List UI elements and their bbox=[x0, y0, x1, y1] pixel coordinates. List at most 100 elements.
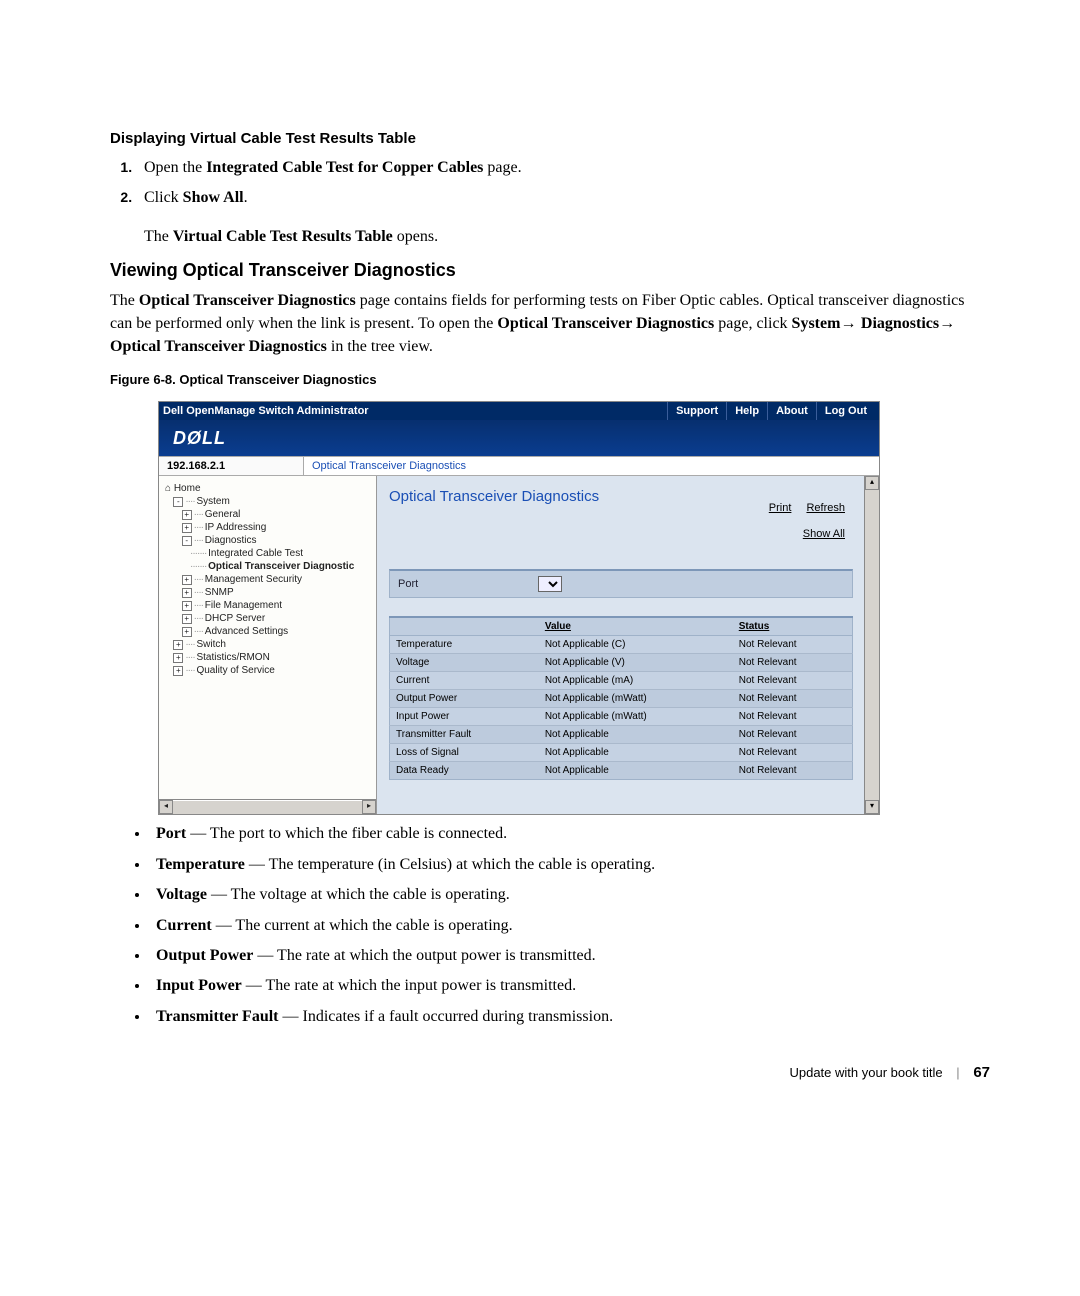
vscrollbar[interactable]: ▴ ▾ bbox=[864, 476, 879, 814]
expand-icon[interactable]: + bbox=[182, 627, 192, 637]
result-pre: The bbox=[144, 228, 173, 245]
field-descriptions: Port — The port to which the fiber cable… bbox=[110, 823, 990, 1028]
footer-title: Update with your book title bbox=[789, 1065, 942, 1080]
breadcrumb: Optical Transceiver Diagnostics bbox=[304, 457, 474, 475]
step2-pre: Click bbox=[144, 189, 183, 206]
list-item: Transmitter Fault — Indicates if a fault… bbox=[150, 1006, 990, 1028]
field-desc: — The temperature (in Celsius) at which … bbox=[245, 856, 655, 873]
expand-icon[interactable]: + bbox=[173, 640, 183, 650]
port-select[interactable] bbox=[538, 576, 562, 592]
titlebar-link-about[interactable]: About bbox=[767, 402, 816, 420]
field-desc: — The current at which the cable is oper… bbox=[212, 917, 513, 934]
p-txt: The bbox=[110, 292, 139, 309]
list-item: Port — The port to which the fiber cable… bbox=[150, 823, 990, 845]
p-bold: Optical Transceiver Diagnostics bbox=[497, 315, 714, 332]
print-link[interactable]: Print bbox=[769, 502, 792, 514]
expand-icon[interactable]: + bbox=[173, 666, 183, 676]
nav-tree[interactable]: ⌂ Home -···· System +···· General +···· … bbox=[159, 476, 377, 814]
list-item: Current — The current at which the cable… bbox=[150, 915, 990, 937]
tree-item[interactable]: +···· Management Security bbox=[165, 573, 372, 586]
port-selector-block: Port bbox=[389, 569, 853, 598]
field-name: Current bbox=[156, 917, 212, 934]
step-1: Open the Integrated Cable Test for Coppe… bbox=[136, 157, 990, 179]
expand-icon[interactable]: + bbox=[173, 653, 183, 663]
tree-hscrollbar[interactable]: ◂ ▸ bbox=[159, 799, 376, 814]
result-post: opens. bbox=[393, 228, 438, 245]
table-cell: Not Relevant bbox=[733, 672, 853, 690]
field-desc: — The rate at which the output power is … bbox=[253, 947, 595, 964]
home-icon: ⌂ bbox=[165, 483, 171, 494]
table-cell: Not Relevant bbox=[733, 708, 853, 726]
tree-item[interactable]: +···· Quality of Service bbox=[165, 664, 372, 677]
field-name: Output Power bbox=[156, 947, 253, 964]
table-cell: Input Power bbox=[390, 708, 539, 726]
tree-item[interactable]: +···· SNMP bbox=[165, 586, 372, 599]
tree-item[interactable]: +···· File Management bbox=[165, 599, 372, 612]
table-cell: Current bbox=[390, 672, 539, 690]
field-desc: — The rate at which the input power is t… bbox=[242, 977, 576, 994]
tree-item[interactable]: ······· Integrated Cable Test bbox=[165, 547, 372, 560]
expand-icon[interactable]: + bbox=[182, 575, 192, 585]
main-panel: ▴ ▾ Optical Transceiver Diagnostics Prin… bbox=[377, 476, 879, 814]
expand-icon[interactable]: - bbox=[173, 497, 183, 507]
tree-item[interactable]: +···· Switch bbox=[165, 638, 372, 651]
dell-logo: DØLL bbox=[159, 420, 879, 456]
tree-item[interactable]: -···· System bbox=[165, 495, 372, 508]
expand-icon[interactable]: - bbox=[182, 536, 192, 546]
field-name: Input Power bbox=[156, 977, 242, 994]
panel-links: Print Refresh bbox=[757, 502, 845, 514]
tree-item[interactable]: ······· Optical Transceiver Diagnostic bbox=[165, 560, 372, 573]
result-bold: Virtual Cable Test Results Table bbox=[173, 228, 393, 245]
p-bold: System bbox=[792, 315, 841, 332]
table-cell: Not Applicable bbox=[539, 744, 733, 762]
window-titlebar: Dell OpenManage Switch Administrator Sup… bbox=[159, 402, 879, 420]
titlebar-link-logout[interactable]: Log Out bbox=[816, 402, 875, 420]
table-row: CurrentNot Applicable (mA)Not Relevant bbox=[390, 672, 853, 690]
table-cell: Not Relevant bbox=[733, 654, 853, 672]
tree-item[interactable]: +···· Advanced Settings bbox=[165, 625, 372, 638]
table-cell: Not Relevant bbox=[733, 726, 853, 744]
table-row: Input PowerNot Applicable (mWatt)Not Rel… bbox=[390, 708, 853, 726]
expand-icon[interactable]: + bbox=[182, 588, 192, 598]
page-footer: Update with your book title | 67 bbox=[110, 1064, 990, 1081]
titlebar-link-support[interactable]: Support bbox=[667, 402, 726, 420]
tree-item[interactable]: ⌂ Home bbox=[165, 482, 372, 495]
th-blank bbox=[390, 617, 539, 636]
tree-item[interactable]: +···· DHCP Server bbox=[165, 612, 372, 625]
scroll-down-icon[interactable]: ▾ bbox=[865, 800, 879, 814]
table-cell: Temperature bbox=[390, 636, 539, 654]
th-value[interactable]: Value bbox=[539, 617, 733, 636]
table-cell: Not Applicable (mWatt) bbox=[539, 708, 733, 726]
expand-icon[interactable]: + bbox=[182, 614, 192, 624]
breadcrumb-bar: 192.168.2.1 Optical Transceiver Diagnost… bbox=[159, 456, 879, 476]
titlebar-link-help[interactable]: Help bbox=[726, 402, 767, 420]
step2-bold: Show All bbox=[183, 189, 244, 206]
table-cell: Not Relevant bbox=[733, 690, 853, 708]
p-bold: Optical Transceiver Diagnostics bbox=[139, 292, 356, 309]
p-txt: page, click bbox=[714, 315, 791, 332]
th-status[interactable]: Status bbox=[733, 617, 853, 636]
scroll-right-icon[interactable]: ▸ bbox=[362, 800, 376, 814]
tree-item[interactable]: +···· IP Addressing bbox=[165, 521, 372, 534]
table-cell: Output Power bbox=[390, 690, 539, 708]
scroll-left-icon[interactable]: ◂ bbox=[159, 800, 173, 814]
table-cell: Loss of Signal bbox=[390, 744, 539, 762]
arrow-icon: → bbox=[939, 315, 955, 332]
step2-post: . bbox=[244, 189, 248, 206]
field-desc: — The port to which the fiber cable is c… bbox=[186, 825, 507, 842]
showall-link[interactable]: Show All bbox=[803, 528, 845, 540]
window-title: Dell OpenManage Switch Administrator bbox=[163, 405, 369, 417]
scroll-up-icon[interactable]: ▴ bbox=[865, 476, 879, 490]
expand-icon[interactable]: + bbox=[182, 601, 192, 611]
list-item: Temperature — The temperature (in Celsiu… bbox=[150, 854, 990, 876]
expand-icon[interactable]: + bbox=[182, 510, 192, 520]
field-name: Voltage bbox=[156, 886, 207, 903]
tree-item[interactable]: +···· General bbox=[165, 508, 372, 521]
tree-item[interactable]: -···· Diagnostics bbox=[165, 534, 372, 547]
tree-item[interactable]: +···· Statistics/RMON bbox=[165, 651, 372, 664]
step1-bold: Integrated Cable Test for Copper Cables bbox=[206, 159, 483, 176]
refresh-link[interactable]: Refresh bbox=[806, 502, 845, 514]
table-row: Output PowerNot Applicable (mWatt)Not Re… bbox=[390, 690, 853, 708]
table-cell: Not Applicable (mWatt) bbox=[539, 690, 733, 708]
expand-icon[interactable]: + bbox=[182, 523, 192, 533]
